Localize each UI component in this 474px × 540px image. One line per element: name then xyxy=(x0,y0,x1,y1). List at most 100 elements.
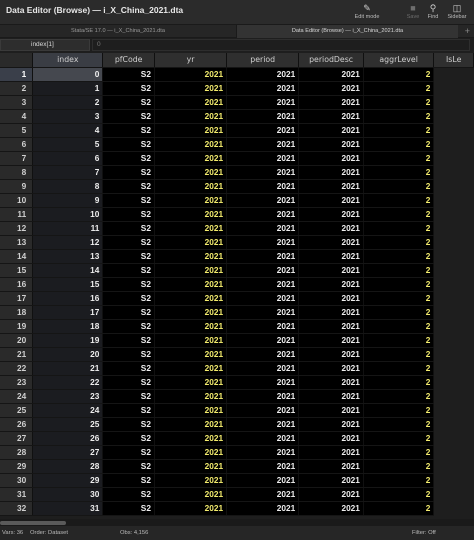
data-cell[interactable]: 2021 xyxy=(298,179,364,194)
table-row[interactable]: 1 0 S2 2021 2021 2021 2 xyxy=(0,67,474,82)
data-cell[interactable]: 2021 xyxy=(226,487,300,502)
data-cell[interactable]: S2 xyxy=(102,361,155,376)
data-cell[interactable]: 9 xyxy=(32,193,104,208)
table-row[interactable]: 30 29 S2 2021 2021 2021 2 xyxy=(0,473,474,488)
data-cell[interactable]: 2 xyxy=(363,109,435,124)
table-row[interactable]: 31 30 S2 2021 2021 2021 2 xyxy=(0,487,474,502)
data-cell[interactable]: 2021 xyxy=(226,249,300,264)
data-cell[interactable]: 2021 xyxy=(298,81,364,96)
row-number[interactable]: 22 xyxy=(0,361,34,376)
data-cell[interactable]: 2021 xyxy=(226,403,300,418)
data-cell[interactable]: S2 xyxy=(102,305,155,320)
data-cell[interactable]: 2021 xyxy=(226,81,300,96)
sidebar-button[interactable]: ◫ Sidebar xyxy=(440,3,474,20)
data-cell[interactable]: 1 xyxy=(32,81,104,96)
data-cell[interactable]: 4 xyxy=(32,123,104,138)
data-cell[interactable]: S2 xyxy=(102,459,155,474)
row-number[interactable]: 10 xyxy=(0,193,34,208)
data-cell[interactable]: 2021 xyxy=(154,207,228,222)
data-cell[interactable]: 2021 xyxy=(298,445,364,460)
data-cell[interactable]: S2 xyxy=(102,333,155,348)
data-cell[interactable]: 20 xyxy=(32,347,104,362)
data-cell[interactable]: 2021 xyxy=(298,361,364,376)
data-cell[interactable]: 2 xyxy=(363,263,435,278)
data-cell[interactable]: 2021 xyxy=(226,67,300,82)
table-row[interactable]: 13 12 S2 2021 2021 2021 2 xyxy=(0,235,474,250)
data-cell[interactable]: 2 xyxy=(32,95,104,110)
data-cell[interactable]: 25 xyxy=(32,417,104,432)
data-cell[interactable]: 0 xyxy=(32,67,104,82)
data-cell[interactable]: 2021 xyxy=(154,333,228,348)
data-cell[interactable]: 2021 xyxy=(226,431,300,446)
data-cell[interactable]: 2021 xyxy=(298,473,364,488)
data-cell[interactable]: 2021 xyxy=(154,179,228,194)
row-number[interactable]: 18 xyxy=(0,305,34,320)
row-number[interactable]: 26 xyxy=(0,417,34,432)
data-cell[interactable]: 2021 xyxy=(154,403,228,418)
data-cell[interactable]: 2021 xyxy=(154,67,228,82)
data-cell[interactable]: 2 xyxy=(363,501,435,516)
data-cell[interactable]: 29 xyxy=(32,473,104,488)
data-cell[interactable]: 2 xyxy=(363,221,435,236)
row-number[interactable]: 11 xyxy=(0,207,34,222)
table-row[interactable]: 23 22 S2 2021 2021 2021 2 xyxy=(0,375,474,390)
data-cell[interactable]: 2021 xyxy=(226,361,300,376)
table-row[interactable]: 17 16 S2 2021 2021 2021 2 xyxy=(0,291,474,306)
data-cell[interactable]: 2 xyxy=(363,179,435,194)
data-cell[interactable]: 2 xyxy=(363,417,435,432)
tab-stata-main[interactable]: Stata/SE 17.0 — i_X_China_2021.dta xyxy=(0,25,236,38)
row-number[interactable]: 7 xyxy=(0,151,34,166)
data-cell[interactable]: S2 xyxy=(102,501,155,516)
data-cell[interactable]: 2 xyxy=(363,137,435,152)
row-number[interactable]: 16 xyxy=(0,277,34,292)
data-cell[interactable]: 2021 xyxy=(154,221,228,236)
data-cell[interactable]: 2 xyxy=(363,333,435,348)
column-header-1[interactable]: pfCode xyxy=(102,53,155,68)
edit-mode-button[interactable]: ✎ Edit mode xyxy=(350,3,384,20)
table-row[interactable]: 2 1 S2 2021 2021 2021 2 xyxy=(0,81,474,96)
data-cell[interactable]: S2 xyxy=(102,207,155,222)
data-cell[interactable]: 2021 xyxy=(154,431,228,446)
data-cell[interactable]: 2021 xyxy=(298,431,364,446)
data-cell[interactable]: 2021 xyxy=(154,291,228,306)
data-cell[interactable]: 3 xyxy=(32,109,104,124)
data-cell[interactable]: 2 xyxy=(363,473,435,488)
data-cell[interactable]: 2 xyxy=(363,389,435,404)
row-number[interactable]: 2 xyxy=(0,81,34,96)
data-cell[interactable]: 8 xyxy=(32,179,104,194)
data-cell[interactable]: 2021 xyxy=(154,137,228,152)
data-cell[interactable]: 16 xyxy=(32,291,104,306)
data-cell[interactable]: 2021 xyxy=(154,459,228,474)
data-cell[interactable]: S2 xyxy=(102,473,155,488)
data-cell[interactable]: 2021 xyxy=(154,151,228,166)
data-cell[interactable]: 2021 xyxy=(226,109,300,124)
data-cell[interactable]: 2021 xyxy=(298,95,364,110)
data-cell[interactable]: 2021 xyxy=(226,473,300,488)
data-cell[interactable]: S2 xyxy=(102,151,155,166)
column-header-4[interactable]: periodDesc xyxy=(298,53,364,68)
data-cell[interactable]: 7 xyxy=(32,165,104,180)
data-cell[interactable]: 2021 xyxy=(154,487,228,502)
data-cell[interactable]: 2 xyxy=(363,277,435,292)
data-cell[interactable]: S2 xyxy=(102,235,155,250)
table-row[interactable]: 21 20 S2 2021 2021 2021 2 xyxy=(0,347,474,362)
data-cell[interactable]: S2 xyxy=(102,403,155,418)
data-cell[interactable]: 2021 xyxy=(298,221,364,236)
data-cell[interactable]: 2 xyxy=(363,319,435,334)
row-number[interactable]: 13 xyxy=(0,235,34,250)
data-cell[interactable]: 23 xyxy=(32,389,104,404)
data-cell[interactable]: 18 xyxy=(32,319,104,334)
data-cell[interactable]: S2 xyxy=(102,221,155,236)
data-cell[interactable]: 2021 xyxy=(226,235,300,250)
tab-data-editor[interactable]: Data Editor (Browse) — i_X_China_2021.dt… xyxy=(236,25,458,38)
row-number[interactable]: 9 xyxy=(0,179,34,194)
data-cell[interactable]: 2021 xyxy=(226,417,300,432)
data-cell[interactable]: 28 xyxy=(32,459,104,474)
data-cell[interactable]: 2021 xyxy=(298,417,364,432)
data-cell[interactable]: 2 xyxy=(363,361,435,376)
table-row[interactable]: 28 27 S2 2021 2021 2021 2 xyxy=(0,445,474,460)
row-number[interactable]: 25 xyxy=(0,403,34,418)
data-cell[interactable]: 2021 xyxy=(154,263,228,278)
data-cell[interactable]: 2021 xyxy=(226,501,300,516)
row-number[interactable]: 24 xyxy=(0,389,34,404)
